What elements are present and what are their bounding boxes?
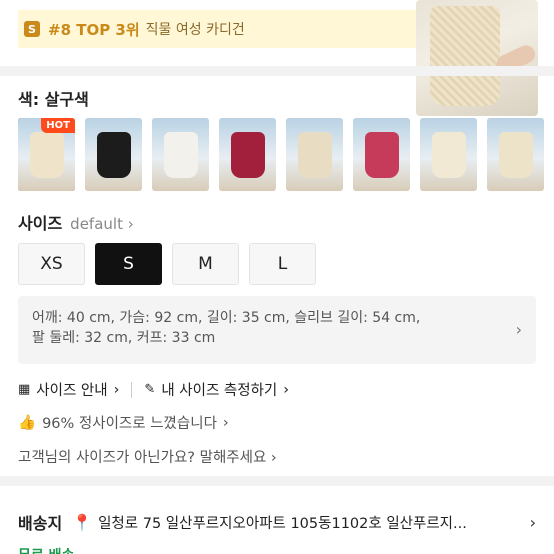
thumbs-up-icon: 👍 <box>18 415 37 431</box>
chevron-right-icon: › <box>529 512 536 532</box>
size-default-label[interactable]: default › <box>70 215 134 233</box>
size-title: 사이즈 <box>18 214 63 233</box>
chevron-right-icon: › <box>127 215 134 233</box>
swatch-garment-image <box>365 132 399 178</box>
rank-highlight: #8 TOP 3위 <box>48 20 140 39</box>
color-swatch-white-black-trim[interactable] <box>152 118 209 191</box>
rank-category: 직물 여성 카디건 <box>145 22 245 38</box>
size-header[interactable]: 사이즈 default › <box>18 210 134 234</box>
chevron-right-icon: › <box>283 381 290 398</box>
size-option-m[interactable]: M <box>172 243 239 285</box>
measure-line-2: 팔 둘레: 32 cm, 커프: 33 cm <box>32 330 216 346</box>
size-option-xs[interactable]: XS <box>18 243 85 285</box>
rank-banner[interactable]: S #8 TOP 3위 직물 여성 카디건 <box>18 10 418 48</box>
divider <box>131 381 133 398</box>
color-swatch-black[interactable] <box>85 118 142 191</box>
color-swatch-cream[interactable] <box>420 118 477 191</box>
section-divider <box>0 476 554 486</box>
shipping-address-row[interactable]: 배송지 📍 일청로 75 일산푸르지오아파트 105동1102호 일산푸르지..… <box>18 510 536 534</box>
swatch-garment-image <box>97 132 131 178</box>
size-measurements[interactable]: 어깨: 40 cm, 가슴: 92 cm, 길이: 35 cm, 슬리브 길이:… <box>18 296 536 364</box>
measure-size-link[interactable]: 내 사이즈 측정하기 <box>161 379 277 400</box>
size-option-s[interactable]: S <box>95 243 162 285</box>
delivery-info-peek: 무료 배송 <box>18 545 74 554</box>
measure-line-1: 어깨: 40 cm, 가슴: 92 cm, 길이: 35 cm, 슬리브 길이:… <box>32 310 421 326</box>
size-guide-link[interactable]: 사이즈 안내 <box>36 379 107 400</box>
rank-badge-icon: S <box>24 21 40 37</box>
swatch-garment-image <box>164 132 198 178</box>
color-swatch-apricot[interactable]: HOT <box>18 118 75 191</box>
product-preview-image[interactable] <box>416 0 538 116</box>
fit-feedback[interactable]: 👍 96% 정사이즈로 느꼈습니다 › <box>18 412 229 433</box>
color-swatch-beige[interactable] <box>286 118 343 191</box>
color-swatch-list: HOT <box>18 118 544 191</box>
color-swatch-rose[interactable] <box>353 118 410 191</box>
location-pin-icon: 📍 <box>72 512 93 532</box>
size-links: ▦ 사이즈 안내 › ✎ 내 사이즈 측정하기 › <box>18 379 289 400</box>
hot-badge: HOT <box>41 118 75 133</box>
chevron-right-icon: › <box>270 450 277 466</box>
size-option-list: XS S M L <box>18 243 316 285</box>
swatch-garment-image <box>298 132 332 178</box>
ruler-icon: ▦ <box>18 382 31 397</box>
swatch-garment-image <box>30 132 64 178</box>
chevron-right-icon: › <box>222 414 229 431</box>
chevron-right-icon: › <box>113 381 120 398</box>
shipping-label: 배송지 <box>18 514 63 533</box>
pencil-icon: ✎ <box>144 382 156 397</box>
color-label: 색: 살구색 <box>18 90 89 109</box>
shipping-address: 일청로 75 일산푸르지오아파트 105동1102호 일산푸르지... <box>98 515 467 532</box>
section-divider <box>0 66 554 76</box>
swatch-garment-image <box>231 132 265 178</box>
swatch-garment-image <box>432 132 466 178</box>
fit-text: 96% 정사이즈로 느꼈습니다 <box>42 416 217 432</box>
size-request-link[interactable]: 고객님의 사이즈가 아닌가요? 말해주세요 › <box>18 446 277 467</box>
color-swatch-ivory[interactable] <box>487 118 544 191</box>
size-option-l[interactable]: L <box>249 243 316 285</box>
chevron-right-icon: › <box>515 320 522 339</box>
cardigan-image <box>430 6 500 106</box>
swatch-garment-image <box>499 132 533 178</box>
color-swatch-wine[interactable] <box>219 118 276 191</box>
